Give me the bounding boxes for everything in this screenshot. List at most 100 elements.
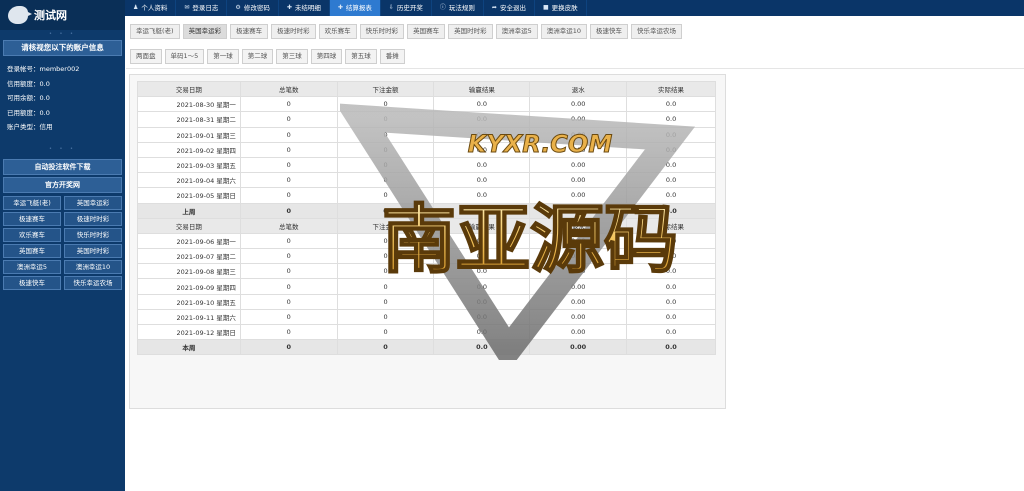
value-cell: 0 [239, 308, 338, 326]
sidebar-link[interactable]: 欢乐赛车 [3, 227, 61, 242]
value-cell: 0 [239, 263, 338, 280]
value-cell: 0.0 [433, 202, 531, 219]
download-software-button[interactable]: 自动投注软件下载 [3, 158, 122, 175]
value-cell: 0.00 [529, 232, 628, 250]
brand-logo[interactable]: 测试网 [0, 0, 125, 30]
nav-unsettled[interactable]: ✚ 未结明细 [279, 0, 330, 16]
nav-skin[interactable]: ■ 更换皮肤 [535, 0, 587, 16]
value-cell: 0 [239, 96, 338, 113]
lottery-links: 幸运飞艇(老) 英国幸运彩 极速赛车 极速时时彩 欢乐赛车 快乐时时彩 英国赛车… [3, 195, 122, 290]
tab-lottery-active[interactable]: 英国幸运彩 [182, 24, 228, 39]
value-cell: 0.0 [626, 172, 716, 189]
sidebar-link[interactable]: 英国幸运彩 [64, 195, 122, 210]
column-header: 实际结果 [626, 217, 716, 234]
sidebar-link[interactable]: 澳洲幸运5 [3, 259, 61, 274]
value-cell: 0.0 [626, 156, 716, 174]
value-cell: 0.0 [626, 202, 716, 219]
tab-play-type[interactable]: 第四球 [310, 49, 343, 64]
value-cell: 0 [239, 323, 338, 341]
tab-lottery[interactable]: 澳洲幸运5 [495, 24, 538, 39]
value-cell: 0 [336, 172, 435, 189]
sidebar-link[interactable]: 澳洲幸运10 [64, 259, 122, 274]
sidebar-link[interactable]: 极速时时彩 [64, 211, 122, 226]
nav-change-password[interactable]: ⚙ 修改密码 [227, 0, 279, 16]
date-cell: 2021-09-12 星期日 [137, 323, 241, 341]
sidebar-link[interactable]: 快乐时时彩 [64, 227, 122, 242]
value-cell: 0.00 [529, 323, 628, 341]
eagle-logo-icon [8, 6, 32, 24]
tab-play-type[interactable]: 第一球 [207, 49, 239, 64]
nav-label: 结算报表 [345, 4, 372, 12]
tab-lottery[interactable]: 英国时时彩 [448, 24, 493, 39]
trash-icon: ■ [542, 4, 549, 11]
tab-play-type[interactable]: 两面盘 [130, 49, 162, 64]
tab-lottery[interactable]: 快乐幸运农场 [631, 24, 682, 39]
tab-lottery[interactable]: 澳洲幸运10 [540, 24, 587, 39]
sidebar-link[interactable]: 极速快车 [3, 275, 61, 290]
sidebar-link[interactable]: 极速赛车 [3, 211, 61, 226]
tab-play-type[interactable]: 第五球 [345, 49, 377, 64]
nav-logout[interactable]: ➦ 安全退出 [484, 0, 535, 16]
value-cell: 0 [336, 278, 435, 295]
table-row: 2021-08-30 星期一 0 0 0.0 0.00 0.0 [137, 96, 716, 113]
value-cell: 0.0 [433, 308, 531, 326]
sidebar-link[interactable]: 英国赛车 [3, 243, 61, 258]
nav-history[interactable]: ⇩ 历史开奖 [381, 0, 432, 16]
table-row: 2021-09-09 星期四 0 0 0.0 0.00 0.0 [137, 278, 716, 295]
value-cell: 0 [336, 248, 435, 265]
value-cell: 0 [239, 339, 338, 356]
date-cell: 2021-09-06 星期一 [137, 232, 241, 250]
plus-icon: ✚ [337, 4, 343, 11]
nav-label: 个人资料 [141, 4, 168, 12]
top-nav: ♟ 个人资料 ✉ 登录日志 ⚙ 修改密码 ✚ 未结明细 ✚ 结算报表 ⇩ 历史开奖 ⓘ 玩法规… [125, 0, 1024, 16]
value-cell: 0.00 [529, 339, 628, 356]
table-row: 2021-09-10 星期五 0 0 0.0 0.00 0.0 [137, 293, 716, 310]
nav-profile[interactable]: ♟ 个人资料 [125, 0, 177, 16]
user-icon: ♟ [133, 4, 139, 11]
value-cell: 0.0 [433, 323, 531, 341]
table-row: 2021-09-11 星期六 0 0 0.0 0.00 0.0 [137, 308, 716, 326]
tab-lottery[interactable]: 极速赛车 [230, 24, 269, 39]
column-header: 交易日期 [137, 217, 241, 234]
value-cell: 0.0 [433, 96, 531, 113]
table-row: 2021-08-31 星期二 0 0 0.0 0.00 0.0 [137, 111, 716, 128]
value-cell: 0 [336, 141, 435, 158]
nav-label: 更换皮肤 [551, 4, 578, 12]
sidebar-link[interactable]: 英国时时彩 [64, 243, 122, 258]
nav-login-log[interactable]: ✉ 登录日志 [176, 0, 228, 16]
sidebar-link[interactable]: 幸运飞艇(老) [3, 195, 61, 210]
tab-lottery[interactable]: 欢乐赛车 [318, 24, 357, 39]
tab-play-type[interactable]: 第二球 [241, 49, 274, 64]
value-cell: 0.0 [433, 248, 531, 265]
settlement-table: 交易日期 总笔数 下注金额 输赢结果 退水 实际结果 2021-08-30 星期一 0 0 0.0… [137, 80, 716, 356]
divider-dots: • • • [48, 145, 77, 152]
tab-lottery[interactable]: 英国赛车 [407, 24, 446, 39]
nav-settlement-report[interactable]: ✚ 结算报表 [329, 0, 381, 16]
value-cell: 0.00 [529, 96, 628, 113]
nav-rules[interactable]: ⓘ 玩法规则 [432, 0, 484, 16]
value-cell: 0.0 [626, 308, 716, 326]
value-cell: 0 [336, 202, 435, 219]
tab-lottery[interactable]: 极速快车 [590, 24, 628, 39]
value-cell: 0 [239, 156, 338, 174]
account-type: 账户类型：信用 [7, 123, 53, 131]
tab-play-type[interactable]: 第三球 [276, 49, 308, 64]
column-header: 总笔数 [239, 80, 338, 98]
info-icon: ⓘ [439, 4, 446, 11]
download-icon: ⇩ [388, 4, 394, 11]
tab-lottery[interactable]: 快乐时时彩 [359, 24, 405, 39]
tab-lottery[interactable]: 极速时时彩 [271, 24, 316, 39]
sidebar-link[interactable]: 快乐幸运农场 [64, 275, 122, 290]
date-cell: 2021-09-11 星期六 [137, 308, 241, 326]
credit-limit: 信用额度：0.0 [7, 79, 50, 88]
date-cell: 2021-09-03 星期五 [137, 156, 241, 174]
value-cell: 0 [239, 202, 338, 219]
tab-play-type[interactable]: 番摊 [379, 49, 405, 64]
tab-play-type[interactable]: 单码1～5 [164, 49, 205, 64]
nav-label: 安全退出 [499, 4, 526, 12]
table-total-row: 上周 0 0 0.0 0.00 0.0 [137, 202, 716, 219]
date-cell: 2021-09-07 星期二 [137, 248, 241, 265]
value-cell: 0.0 [433, 126, 531, 143]
tab-lottery[interactable]: 幸运飞艇(老) [130, 24, 180, 39]
official-results-header: 官方开奖网 [3, 176, 122, 193]
